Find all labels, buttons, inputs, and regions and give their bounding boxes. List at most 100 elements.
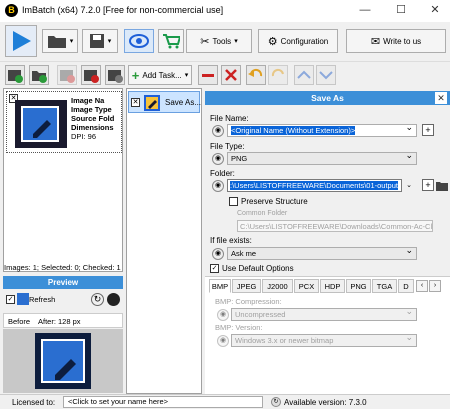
panel-close-icon[interactable]: ✕ [435,92,447,104]
add-images-button[interactable] [5,65,25,85]
task-checkbox[interactable]: ✕ [131,98,140,107]
image-options-button[interactable] [105,65,125,85]
open-button[interactable]: ▾ [42,29,78,53]
compression-eye-icon[interactable]: ◉ [217,309,229,321]
compression-select[interactable]: Uncompressed [231,308,417,321]
if-exists-label: If file exists: [210,236,252,245]
window-title: ImBatch (x64) 7.2.0 [Free for non-commer… [22,5,224,15]
preview-title: Preview [3,276,123,289]
configuration-button[interactable]: ⚙ Configuration [258,29,338,53]
add-task-button[interactable]: + Add Task... ▾ [128,65,192,85]
available-version[interactable]: Available version: 7.3.0 [284,398,367,407]
run-button[interactable] [5,25,37,57]
folder-add-button[interactable]: + [422,179,434,191]
shop-button[interactable] [158,29,184,53]
preserve-structure-checkbox[interactable] [229,197,238,206]
minimize-button[interactable]: — [348,0,382,22]
move-up-button[interactable] [294,65,314,85]
tools-button[interactable]: ✂ Tools ▾ [186,29,252,53]
folder-dropdown-icon[interactable]: ⌄ [403,179,415,192]
redo-icon [271,68,284,77]
update-icon[interactable]: ↻ [271,397,281,407]
tab-png[interactable]: PNG [346,279,371,293]
close-button[interactable]: ✕ [418,0,450,22]
preview-thumb-icon [17,293,29,305]
save-as-icon [144,95,160,111]
tab-scroll-left-icon[interactable]: ‹ [416,280,428,292]
eye-icon [129,34,149,48]
image-thumbnail [15,100,67,148]
image-settings-icon [108,70,123,83]
add-folder-button[interactable] [29,65,49,85]
folder-eye-icon[interactable]: ◉ [212,180,224,192]
clear-image-icon [84,70,99,83]
tab-bmp[interactable]: BMP [209,279,231,293]
write-to-us-button[interactable]: ✉ Write to us [346,29,446,53]
images-count: Images: 1; Selected: 0; Checked: 1 [4,263,121,272]
clear-tasks-button[interactable] [221,65,241,85]
tab-jpeg[interactable]: JPEG [232,279,261,293]
chevron-up-icon [297,70,311,79]
file-type-eye-icon[interactable]: ◉ [212,153,224,165]
clear-images-button[interactable] [81,65,101,85]
image-list: ✕ Image Na Image Type Source Fold Dimens… [3,88,123,272]
cart-icon [163,34,180,49]
file-type-select[interactable]: PNG [227,152,417,165]
preview-toggle-button[interactable] [124,29,154,53]
task-label: Save As... [165,98,202,107]
preview-checkbox[interactable]: ✓ [6,295,15,304]
tab-more[interactable]: D [398,279,414,293]
undo-button[interactable] [246,65,266,85]
plus-icon: + [131,67,140,83]
if-exists-select[interactable]: Ask me [227,247,417,260]
licensed-name-field[interactable]: <Click to set your name here> [63,396,263,408]
folder-input[interactable]: :\Users\LISTOFFREEWARE\Documents\01-outp… [227,179,402,192]
floppy-icon [89,34,104,48]
preview-image [35,333,91,389]
wrench-icon: ✂ [200,35,210,48]
background-color-icon[interactable] [107,293,120,306]
remove-image-button[interactable] [57,65,77,85]
main-toolbar: ▾ ▾ ✂ Tools ▾ ⚙ Configuration ✉ Write to us [0,22,450,62]
common-folder-input[interactable]: C:\Users\LISTOFFREEWARE\Downloads\Common… [237,220,433,232]
refresh-label[interactable]: Refresh [29,295,55,304]
remove-image-icon [60,70,75,83]
preserve-structure-label: Preserve Structure [241,197,308,206]
minus-icon [202,74,214,77]
save-as-panel: Save As ✕ File Name: ◉ <Original Name (W… [205,91,450,394]
tab-j2000[interactable]: J2000 [262,279,293,293]
image-details: Image Na Image Type Source Fold Dimensio… [71,96,115,141]
image-list-item[interactable]: ✕ Image Na Image Type Source Fold Dimens… [6,91,122,153]
tab-scroll-right-icon[interactable]: › [429,280,441,292]
compression-label: BMP: Compression: [215,297,282,306]
file-name-input[interactable]: <Original Name (Without Extension)> [227,124,417,137]
add-macro-button[interactable]: + [422,124,434,136]
secondary-toolbar: + Add Task... ▾ [0,62,450,88]
task-item-save-as[interactable]: ✕ Save As... [128,91,202,113]
tab-pcx[interactable]: PCX [294,279,319,293]
redo-button[interactable] [268,65,288,85]
move-down-button[interactable] [316,65,336,85]
refresh-icon[interactable]: ↻ [91,293,104,306]
play-icon [13,31,31,51]
version-eye-icon[interactable]: ◉ [217,335,229,347]
tab-hdp[interactable]: HDP [320,279,345,293]
tab-tga[interactable]: TGA [372,279,397,293]
maximize-button[interactable]: ☐ [384,0,418,22]
file-name-label: File Name: [210,114,249,123]
save-button[interactable]: ▾ [82,29,118,53]
version-label: BMP: Version: [215,323,263,332]
version-select[interactable]: Windows 3.x or newer bitmap [231,334,417,347]
undo-icon [248,68,263,77]
chevron-down-icon [319,71,333,80]
browse-folder-icon[interactable] [436,180,448,191]
if-exists-eye-icon[interactable]: ◉ [212,248,224,260]
preview-controls: ✓ Refresh ↻ [3,290,123,310]
use-default-label: Use Default Options [222,264,294,273]
status-bar: Licensed to: <Click to set your name her… [0,394,450,409]
macro-eye-icon[interactable]: ◉ [212,125,224,137]
use-default-checkbox[interactable]: ✓ [210,264,219,273]
preview-image-area [3,329,123,393]
preview-compare-bar: Before After: 128 px [3,313,123,328]
remove-task-button[interactable] [198,65,218,85]
